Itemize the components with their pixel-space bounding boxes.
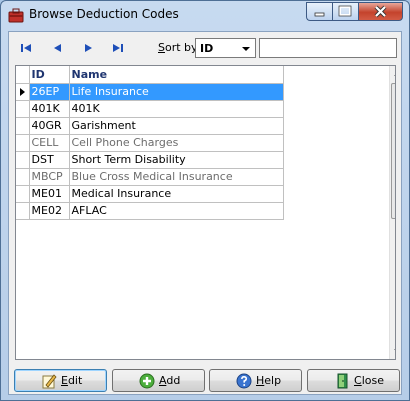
cell-name[interactable]: Cell Phone Charges	[69, 134, 284, 152]
table-row[interactable]: CELL Cell Phone Charges	[16, 134, 284, 152]
cell-id[interactable]: 40GR	[29, 117, 70, 135]
chevron-down-icon	[242, 47, 250, 51]
search-input[interactable]	[259, 38, 397, 58]
cell-id[interactable]: 26EP	[29, 83, 70, 101]
maximize-button[interactable]	[332, 2, 358, 21]
cell-name[interactable]: Medical Insurance	[69, 185, 284, 203]
column-header-id[interactable]: ID	[29, 66, 70, 84]
title-bar[interactable]: Browse Deduction Codes	[1, 1, 409, 31]
table-row[interactable]: ME02 AFLAC	[16, 202, 284, 220]
skip-last-icon	[113, 44, 123, 52]
row-indicator[interactable]	[16, 185, 30, 203]
window-title: Browse Deduction Codes	[29, 7, 179, 21]
scroll-up-icon	[394, 72, 395, 76]
close-window-button[interactable]	[358, 2, 403, 21]
row-indicator[interactable]	[16, 100, 30, 118]
column-header-name[interactable]: Name	[69, 66, 284, 84]
scroll-up-button[interactable]	[390, 66, 395, 83]
table-row[interactable]: 40GR Garishment	[16, 117, 284, 135]
cell-id[interactable]: ME01	[29, 185, 70, 203]
next-record-button[interactable]	[77, 38, 99, 58]
row-indicator[interactable]	[16, 202, 30, 220]
table-row[interactable]: 401K 401K	[16, 100, 284, 118]
edit-pencil-icon	[42, 374, 57, 389]
scroll-thumb[interactable]	[391, 83, 395, 219]
table-row[interactable]: ME01 Medical Insurance	[16, 185, 284, 203]
grid-header-row: ID Name	[16, 66, 284, 84]
grid-table: ID Name 26EP Life Insurance 401K 401K 40GR Ga…	[16, 66, 284, 220]
add-button-label: Add	[159, 374, 180, 387]
edit-accelerator: E	[61, 374, 68, 387]
close-button[interactable]: Close	[307, 369, 400, 392]
vertical-scrollbar[interactable]	[389, 66, 395, 359]
cell-name[interactable]: Garishment	[69, 117, 284, 135]
sort-by-label-text: ort by	[164, 41, 198, 54]
current-row-arrow-icon	[20, 87, 25, 96]
row-indicator[interactable]	[16, 134, 30, 152]
plus-circle-icon	[139, 373, 155, 389]
app-icon	[8, 8, 24, 23]
minimize-icon	[314, 12, 325, 17]
help-circle-icon	[236, 373, 252, 389]
close-label-text: lose	[361, 374, 384, 387]
door-exit-icon	[337, 373, 348, 389]
triangle-left-icon	[54, 44, 61, 52]
sort-by-accelerator: S	[158, 41, 165, 54]
edit-button[interactable]: Edit	[14, 369, 107, 392]
row-indicator[interactable]	[16, 168, 30, 186]
first-record-button[interactable]	[16, 38, 38, 58]
add-button[interactable]: Add	[112, 369, 205, 392]
dialog-body: Sort by ID ID Name 26EP Life Insurance 401…	[8, 31, 402, 395]
cell-name[interactable]: 401K	[69, 100, 284, 118]
row-indicator[interactable]	[16, 117, 30, 135]
row-indicator-header	[16, 66, 30, 84]
previous-record-button[interactable]	[47, 38, 69, 58]
edit-label-text: dit	[67, 374, 83, 387]
cell-name[interactable]: Life Insurance	[69, 83, 284, 101]
minimize-button[interactable]	[306, 2, 332, 21]
cell-id[interactable]: DST	[29, 151, 70, 169]
close-accelerator: C	[354, 374, 362, 387]
maximize-icon	[338, 5, 352, 17]
cell-name[interactable]: Blue Cross Medical Insurance	[69, 168, 284, 186]
cell-id[interactable]: MBCP	[29, 168, 70, 186]
browse-deduction-codes-window: Browse Deduction Codes Sort by ID ID Nam…	[0, 0, 410, 401]
sort-by-select[interactable]: ID	[195, 38, 256, 58]
help-button[interactable]: Help	[209, 369, 302, 392]
cell-name[interactable]: Short Term Disability	[69, 151, 284, 169]
table-row[interactable]: DST Short Term Disability	[16, 151, 284, 169]
scroll-down-button[interactable]	[390, 342, 395, 359]
edit-button-label: Edit	[61, 374, 82, 387]
cell-id[interactable]: CELL	[29, 134, 70, 152]
table-row[interactable]: MBCP Blue Cross Medical Insurance	[16, 168, 284, 186]
deduction-codes-grid[interactable]: ID Name 26EP Life Insurance 401K 401K 40GR Ga…	[15, 65, 396, 360]
help-button-label: Help	[256, 374, 281, 387]
skip-first-icon	[21, 44, 31, 52]
add-label-text: dd	[166, 374, 181, 387]
table-row[interactable]: 26EP Life Insurance	[16, 83, 284, 101]
cell-id[interactable]: ME02	[29, 202, 70, 220]
scroll-down-icon	[394, 349, 395, 353]
sort-by-value: ID	[200, 42, 214, 55]
sort-by-label: Sort by	[158, 41, 198, 54]
last-record-button[interactable]	[107, 38, 129, 58]
row-indicator[interactable]	[16, 151, 30, 169]
row-indicator[interactable]	[16, 83, 30, 101]
triangle-right-icon	[85, 44, 92, 52]
help-label-text: elp	[264, 374, 282, 387]
close-icon	[374, 5, 387, 18]
window-controls	[306, 2, 403, 21]
close-button-label: Close	[354, 374, 384, 387]
cell-id[interactable]: 401K	[29, 100, 70, 118]
cell-name[interactable]: AFLAC	[69, 202, 284, 220]
